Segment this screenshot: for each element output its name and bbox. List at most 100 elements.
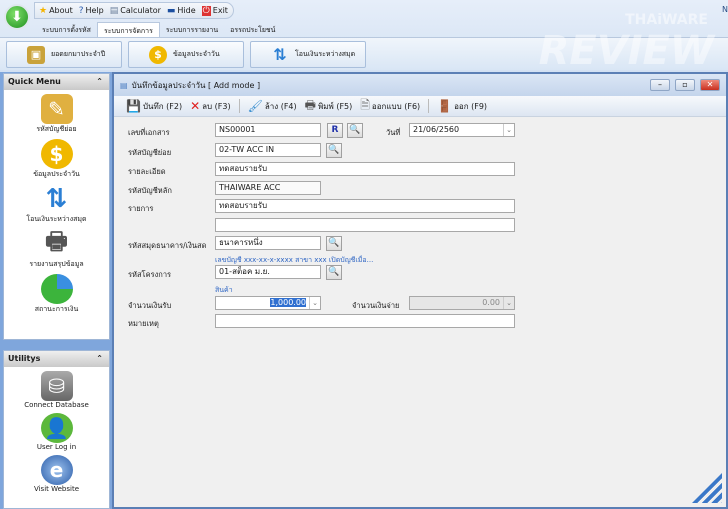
printer-icon: 🖶 [304, 97, 316, 112]
detail-label: รายละเอียด [128, 167, 166, 176]
sidebar-item-visit-website[interactable]: e Visit Website [4, 455, 109, 493]
regenerate-button[interactable]: R [327, 123, 343, 138]
corner-text: N [722, 5, 728, 14]
utilitys-panel: Utilitys ⌃ ⛁ Connect Database 👤 User Log in… [3, 350, 110, 509]
sidebar-item-label: Visit Website [33, 485, 80, 493]
star-icon: ★ [39, 5, 48, 16]
magnifier-icon: 🔍 [328, 267, 340, 277]
hide-button[interactable]: ▬ Hide [167, 6, 196, 16]
sidebar-item-summary-report[interactable]: 🖶 รายงานสรุปข้อมูล [4, 226, 109, 270]
project-info-text: สินค้า [215, 286, 233, 294]
item-input-2[interactable] [215, 218, 515, 232]
item-label: รายการ [128, 204, 154, 213]
browser-icon: e [40, 455, 73, 485]
chevron-down-icon[interactable]: ⌄ [309, 297, 320, 309]
maximize-button[interactable]: ▫ [675, 79, 695, 91]
bank-label: รหัสสมุดธนาคาร/เงินสด [128, 241, 207, 250]
tab-management[interactable]: ระบบการจัดการ [96, 22, 160, 38]
doc-no-input[interactable]: NS00001 [215, 123, 321, 137]
design-button[interactable]: 🗎 ออกแบบ (F6) [360, 96, 420, 117]
daily-data-window: ▤ บันทึกข้อมูลประจำวัน [ Add mode ] – ▫ … [112, 72, 728, 509]
sidebar-item-transfer[interactable]: ⇅ โอนเงินระหว่างสมุด [4, 184, 109, 225]
income-label: จำนวนเงินรับ [128, 301, 172, 310]
income-input[interactable]: 1,000.00 ⌄ [215, 296, 321, 310]
magnifier-icon: 🔍 [349, 125, 361, 135]
project-input[interactable]: 01-สต็อค ม.ย. [215, 265, 321, 279]
sidebar-item-sub-account[interactable]: ✎ รหัสบัญชีย่อย [4, 94, 109, 135]
date-picker[interactable]: 21/06/2560 ⌄ [409, 123, 515, 137]
chevron-down-icon[interactable]: ⌄ [503, 124, 514, 136]
sub-account-input[interactable]: 02-TW ACC IN [215, 143, 321, 157]
bank-input[interactable]: ธนาคารหนึ่ง [215, 236, 321, 250]
sidebar-item-label: ข้อมูลประจำวัน [33, 170, 80, 178]
chevron-down-icon[interactable]: ⌄ [503, 297, 514, 309]
search-doc-button[interactable]: 🔍 [347, 123, 363, 138]
sidebar-item-user-login[interactable]: 👤 User Log in [4, 413, 109, 451]
transfer-between-books-button[interactable]: ⇅ โอนเงินระหว่างสมุด [250, 41, 366, 68]
document-icon: 🗎 [360, 97, 370, 112]
about-button[interactable]: ★ About [39, 6, 73, 16]
search-bank-button[interactable]: 🔍 [326, 236, 342, 251]
app-menu-button[interactable]: ⬇ [4, 4, 30, 30]
sidebar-item-connect-database[interactable]: ⛁ Connect Database [4, 371, 109, 409]
utilitys-header[interactable]: Utilitys ⌃ [4, 351, 109, 367]
window-titlebar: ▤ บันทึกข้อมูลประจำวัน [ Add mode ] – ▫ … [114, 74, 726, 96]
tab-reports[interactable]: ระบบการรายงาน [160, 22, 224, 38]
annual-opening-balance-button[interactable]: ▣ ยอดยกมาประจำปี [6, 41, 122, 68]
pie-chart-icon [40, 274, 73, 304]
tab-setup-codes[interactable]: ระบบการตั้งรหัส [36, 22, 97, 38]
watermark-logo: REVIEW [538, 28, 714, 74]
clear-label: ล้าง (F4) [264, 101, 297, 111]
printer-icon: 🖶 [45, 226, 68, 255]
note-label: หมายเหตุ [128, 319, 159, 328]
note-input[interactable] [215, 314, 515, 328]
form-toolbar: 💾 บันทึก (F2) ✕ ลบ (F3) 🖌 ล้าง (F4) 🖶 พิมพ์ … [114, 96, 726, 117]
quick-menu-panel: Quick Menu ⌃ ✎ รหัสบัญชีย่อย $ ข้อมูลประจำว… [3, 73, 110, 340]
refresh-arrows-icon: ⇅ [273, 45, 287, 64]
sidebar-item-financial-status[interactable]: สถานะการเงิน [4, 274, 109, 315]
detail-input[interactable]: ทดสอบรายรับ [215, 162, 515, 176]
help-label: Help [85, 6, 104, 15]
close-button[interactable]: ✕ [700, 79, 720, 91]
main-account-input[interactable]: THAIWARE ACC [215, 181, 321, 195]
item-input[interactable]: ทดสอบรายรับ [215, 199, 515, 213]
calculator-button[interactable]: ▤ Calculator [110, 6, 161, 16]
print-button[interactable]: 🖶 พิมพ์ (F5) [305, 96, 353, 117]
watermark-top: THAiWARE [625, 12, 708, 28]
tab-utilities[interactable]: อรรถประโยชน์ [224, 22, 281, 38]
print-label: พิมพ์ (F5) [317, 101, 353, 111]
window-icon: ▤ [120, 80, 128, 90]
calculator-icon: ▤ [109, 5, 119, 16]
exit-form-button[interactable]: 🚪 ออก (F9) [437, 99, 487, 113]
income-value: 1,000.00 [270, 298, 306, 307]
minimize-button[interactable]: – [650, 79, 670, 91]
broom-icon: 🖌 [247, 99, 263, 113]
collapse-icon[interactable]: ⌃ [96, 351, 103, 367]
annual-opening-balance-label: ยอดยกมาประจำปี [51, 50, 106, 58]
magnifier-icon: 🔍 [328, 145, 340, 155]
expense-input[interactable]: 0.00 ⌄ [409, 296, 515, 310]
resize-grip-icon[interactable] [692, 473, 722, 503]
collapse-icon[interactable]: ⌃ [96, 74, 103, 90]
clear-button[interactable]: 🖌 ล้าง (F4) [248, 99, 297, 113]
project-label: รหัสโครงการ [128, 270, 172, 279]
hide-label: Hide [177, 6, 196, 15]
floppy-icon: 💾 [126, 99, 141, 113]
save-button[interactable]: 💾 บันทึก (F2) [126, 99, 182, 113]
delete-label: ลบ (F3) [202, 101, 231, 111]
quick-menu-header[interactable]: Quick Menu ⌃ [4, 74, 109, 90]
sidebar-item-daily-data[interactable]: $ ข้อมูลประจำวัน [4, 139, 109, 180]
exit-form-label: ออก (F9) [454, 101, 488, 111]
database-icon: ⛁ [40, 371, 73, 401]
search-project-button[interactable]: 🔍 [326, 265, 342, 280]
search-sub-account-button[interactable]: 🔍 [326, 143, 342, 158]
box-icon: ▣ [27, 45, 45, 64]
help-button[interactable]: ? Help [79, 6, 104, 16]
exit-button[interactable]: ⏻ Exit [201, 5, 228, 16]
refresh-arrows-icon: ⇅ [45, 184, 68, 214]
toolbar-divider [428, 99, 430, 113]
save-label: บันทึก (F2) [142, 101, 183, 111]
sidebar-item-label: Connect Database [24, 401, 89, 409]
daily-data-button[interactable]: $ ข้อมูลประจำวัน [128, 41, 244, 68]
delete-button[interactable]: ✕ ลบ (F3) [190, 99, 231, 113]
